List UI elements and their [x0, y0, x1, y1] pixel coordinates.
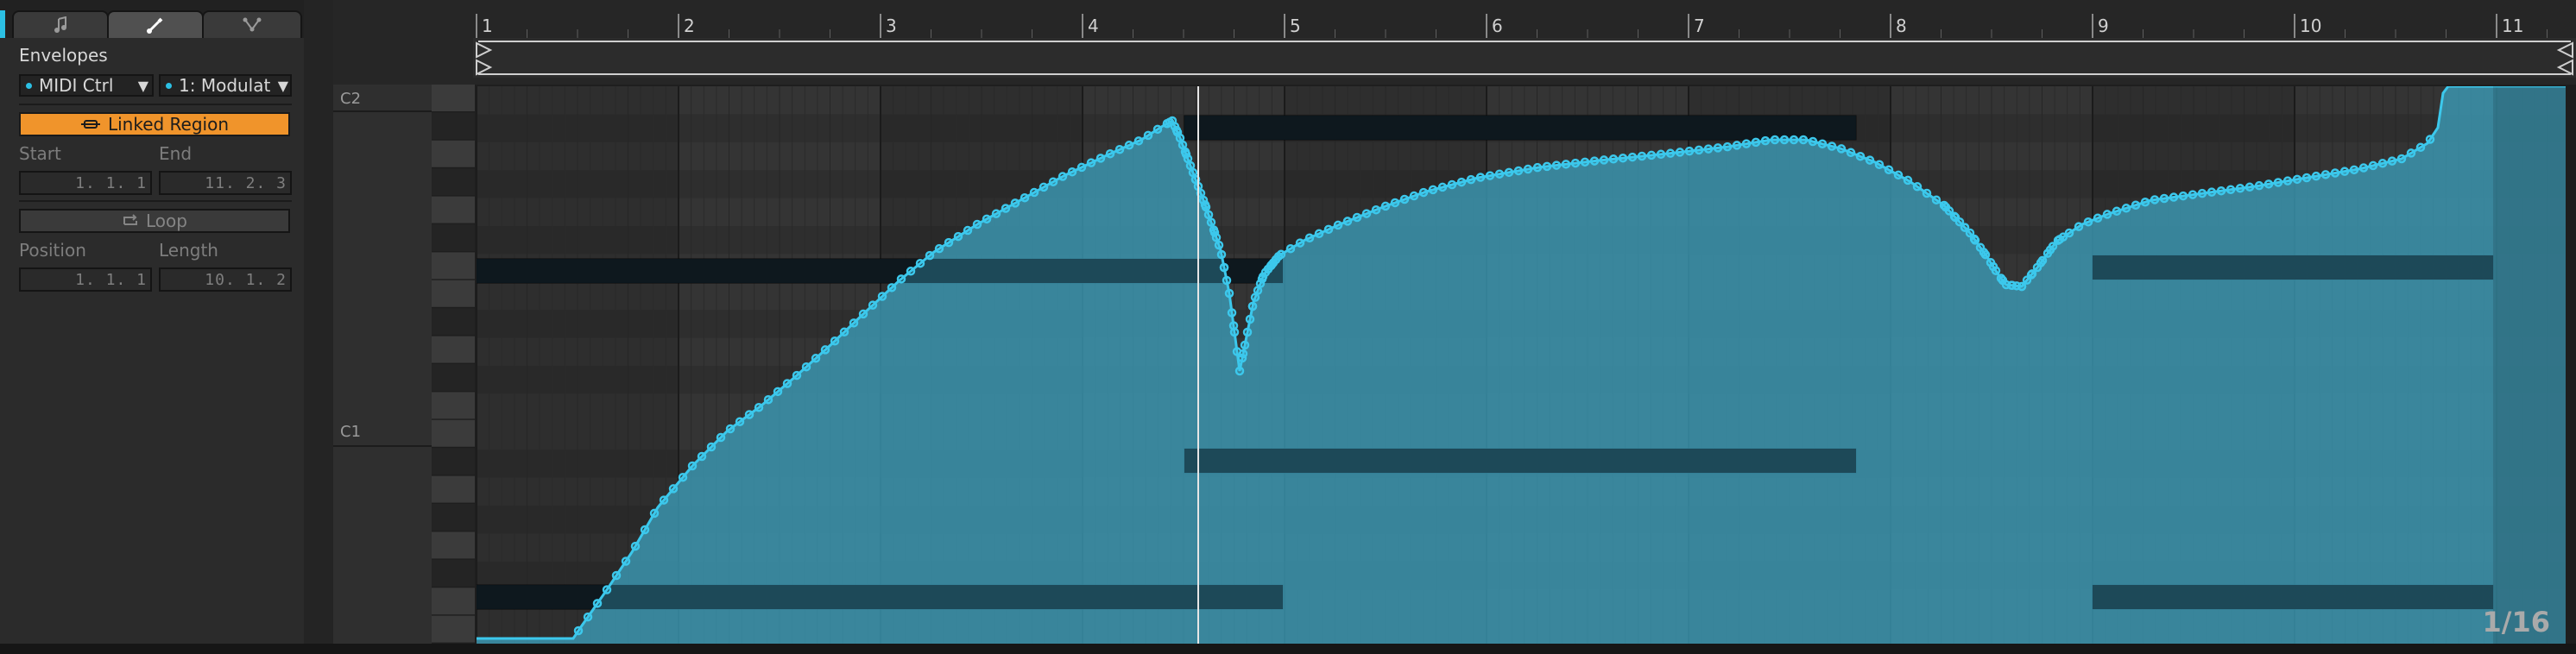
linked-region-label: Linked Region [107, 114, 230, 135]
loop-label: Loop [146, 211, 187, 231]
piano-key [432, 112, 475, 140]
branch-icon [243, 17, 262, 32]
device-chooser-label: MIDI Ctrl [39, 75, 114, 96]
loop-icon [123, 214, 138, 225]
bar-number: 10 [2300, 16, 2322, 36]
piano-key [432, 280, 475, 307]
bar-number: 2 [684, 16, 695, 36]
length-label: Length [159, 240, 218, 261]
piano-key [432, 224, 475, 251]
bottom-strip [0, 644, 2576, 654]
control-dot-icon [166, 82, 172, 89]
note-label-c1: C1 [340, 423, 362, 441]
piano-key [432, 448, 475, 475]
device-chooser[interactable]: MIDI Ctrl ▼ [19, 74, 154, 97]
bar-number: 8 [1896, 16, 1907, 36]
notes-tab[interactable] [12, 10, 109, 38]
midi-note-under-envelope [1184, 116, 1856, 140]
loop-brace-strip [473, 38, 2576, 78]
piano-keys[interactable] [432, 85, 475, 644]
loop-button[interactable]: Loop [19, 209, 290, 233]
panel-splitter[interactable] [304, 0, 333, 644]
chevron-down-icon: ▼ [277, 77, 288, 94]
control-chooser-label: 1: Modulat [179, 75, 271, 96]
piano-key [432, 419, 475, 447]
grid-quantization[interactable]: 1/16 [2483, 606, 2550, 638]
note-label-c2: C2 [340, 90, 362, 108]
clip-accent-bar [0, 10, 5, 38]
bar-number: 1 [482, 16, 493, 36]
piano-key [432, 504, 475, 531]
piano-key [432, 168, 475, 196]
position-label: Position [19, 240, 86, 261]
envelope-editor-grid[interactable]: 1/16 [477, 86, 2566, 644]
music-note-icon [54, 16, 66, 33]
clip-panel: Envelopes MIDI Ctrl ▼ 1: Modulat ▼ Linke… [0, 0, 304, 644]
chevron-down-icon: ▼ [137, 77, 148, 94]
bar-number: 11 [2502, 16, 2524, 36]
end-label: End [159, 143, 193, 164]
piano-key [432, 336, 475, 363]
piano-key [432, 531, 475, 559]
piano-key [432, 475, 475, 503]
control-chooser[interactable]: 1: Modulat ▼ [159, 74, 292, 97]
start-value[interactable]: 1. 1. 1 [19, 171, 152, 195]
midi-note-under-envelope [477, 259, 1283, 283]
piano-key [432, 308, 475, 336]
bar-number: 9 [2098, 16, 2109, 36]
piano-key [432, 559, 475, 587]
divider [19, 104, 292, 105]
c1-line [333, 445, 432, 447]
ruler-corner [333, 0, 473, 85]
piano-key [432, 615, 475, 643]
pencil-icon [147, 17, 163, 34]
piano-key [432, 364, 475, 391]
envelopes-title: Envelopes [19, 45, 108, 66]
start-label: Start [19, 143, 61, 164]
mpe-tab[interactable] [202, 10, 302, 38]
note-label-column: C2 C1 [333, 85, 432, 644]
clip-end-shade [2493, 86, 2566, 644]
bar-number: 7 [1694, 16, 1705, 36]
linked-region-button[interactable]: Linked Region [19, 112, 290, 136]
piano-key [432, 588, 475, 615]
piano-key [432, 252, 475, 280]
piano-key [432, 392, 475, 419]
bar-ruler[interactable]: 1 2 3 4 5 6 7 8 9 10 11 [473, 0, 2576, 85]
bar-number: 3 [886, 16, 897, 36]
c2-line [333, 110, 432, 112]
bar-number: 6 [1492, 16, 1503, 36]
length-value[interactable]: 10. 1. 2 [159, 267, 292, 292]
position-value[interactable]: 1. 1. 1 [19, 267, 152, 292]
midi-note-under-envelope [1184, 449, 1856, 473]
piano-key [432, 140, 475, 167]
bar-number: 5 [1290, 16, 1301, 36]
piano-key [432, 85, 475, 111]
end-value[interactable]: 11. 2. 3 [159, 171, 292, 195]
link-icon [80, 120, 100, 129]
divider [19, 200, 292, 202]
midi-note-under-envelope [2093, 255, 2493, 280]
midi-note-under-envelope [2093, 585, 2493, 609]
bar-number: 4 [1088, 16, 1099, 36]
piano-key [432, 196, 475, 223]
envelopes-tab[interactable] [107, 10, 204, 38]
device-dot-icon [26, 82, 32, 89]
